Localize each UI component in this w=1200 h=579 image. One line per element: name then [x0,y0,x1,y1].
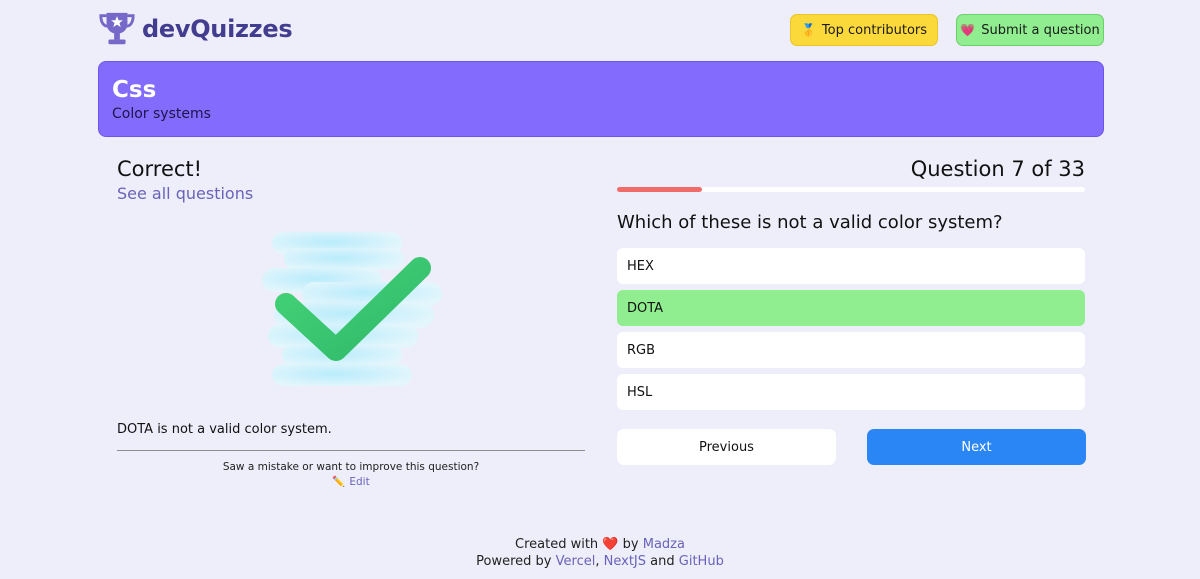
comma-text: , [595,554,600,569]
previous-button[interactable]: Previous [617,429,836,465]
footer-powered: Powered by Vercel, NextJS and GitHub [0,553,1200,570]
nextjs-link[interactable]: NextJS [604,554,646,569]
powered-by-text: Powered by [476,554,552,569]
category-title: Css [112,77,157,103]
footer: Created with ❤️ by Madza Powered by Verc… [0,536,1200,570]
answer-option[interactable]: HSL [617,374,1085,410]
answer-option-label: HEX [627,258,654,274]
answer-explanation: DOTA is not a valid color system. [117,422,332,437]
github-link[interactable]: GitHub [679,554,724,569]
pencil-icon: ✏️ [332,476,346,488]
divider [117,450,585,451]
answer-option[interactable]: RGB [617,332,1085,368]
logo[interactable]: devQuizzes [98,10,293,48]
mistake-prompt: Saw a mistake or want to improve this qu… [222,461,480,473]
trophy-icon [99,12,135,45]
author-link[interactable]: Madza [643,537,685,552]
edit-question-link[interactable]: ✏️ Edit [117,475,585,488]
edit-label: Edit [349,476,370,488]
see-all-questions-link[interactable]: See all questions [117,184,253,203]
answer-option-label: DOTA [627,300,664,316]
logo-text: devQuizzes [142,15,293,43]
created-with-text: Created with [515,537,599,552]
and-text: and [650,554,675,569]
answer-option-label: HSL [627,384,653,400]
answer-option[interactable]: DOTA [617,290,1085,326]
checkmark-icon [262,232,442,386]
submit-question-button[interactable]: 💗 Submit a question [956,14,1104,46]
answer-options: HEX DOTA RGB HSL [617,248,1085,416]
answer-option-label: RGB [627,342,656,358]
heart-icon: 💗 [960,23,976,37]
submit-question-label: Submit a question [981,22,1100,38]
by-text: by [622,537,639,552]
heart-icon: ❤️ [602,537,619,552]
header: devQuizzes 🥇 Top contributors 💗 Submit a… [98,10,1104,52]
medal-icon: 🥇 [800,23,816,37]
top-contributors-button[interactable]: 🥇 Top contributors [790,14,938,46]
progress-bar [617,187,1085,192]
question-counter: Question 7 of 33 [910,157,1085,181]
result-title: Correct! [117,157,203,181]
next-button[interactable]: Next [867,429,1086,465]
footer-credits: Created with ❤️ by Madza [0,536,1200,553]
progress-bar-fill [617,187,703,192]
top-contributors-label: Top contributors [821,22,928,38]
category-banner: Css Color systems [98,61,1104,137]
category-subtitle: Color systems [112,106,211,122]
answer-option[interactable]: HEX [617,248,1085,284]
vercel-link[interactable]: Vercel [556,554,596,569]
question-text: Which of these is not a valid color syst… [617,212,1003,233]
